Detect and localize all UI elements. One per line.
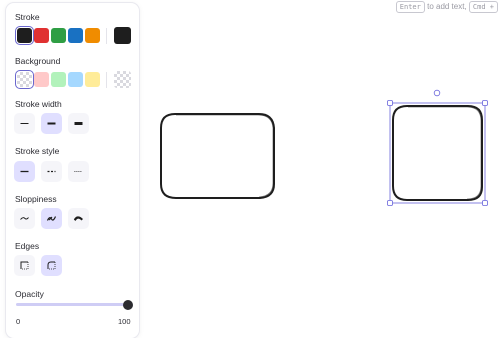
bold-line-icon: [47, 122, 56, 125]
stroke-width-title: Stroke width: [15, 99, 62, 109]
stroke-style-dotted-button[interactable]: [68, 161, 89, 182]
sloppiness-cartoonist-button[interactable]: [68, 208, 89, 229]
opacity-slider-track[interactable]: [16, 303, 128, 306]
stroke-swatch-orange[interactable]: [85, 28, 100, 43]
background-divider: [106, 72, 107, 88]
extra-bold-line-icon: [74, 122, 83, 125]
resize-handle-bottom-left[interactable]: [387, 200, 393, 206]
edges-title: Edges: [15, 241, 40, 251]
background-current-color-button[interactable]: [114, 71, 131, 88]
stroke-title: Stroke: [15, 12, 40, 22]
stroke-swatch-red[interactable]: [34, 28, 49, 43]
resize-handle-top-left[interactable]: [387, 100, 393, 106]
sloppiness-architect-button[interactable]: [14, 208, 35, 229]
keyboard-hint: Enter to add text, Cmd +: [395, 1, 498, 13]
sloppiness-title: Sloppiness: [15, 194, 57, 204]
background-swatch-light-blue[interactable]: [68, 72, 83, 87]
stroke-style-title: Stroke style: [15, 146, 60, 156]
background-swatch-light-green[interactable]: [51, 72, 66, 87]
enter-key: Enter: [395, 1, 425, 13]
stroke-swatch-black[interactable]: [14, 25, 35, 46]
stroke-current-color-button[interactable]: [114, 27, 131, 44]
resize-handle-top-right[interactable]: [482, 100, 488, 106]
rotation-handle[interactable]: [433, 89, 441, 97]
opacity-min-label: 0: [16, 317, 21, 326]
background-swatch-transparent[interactable]: [14, 69, 35, 90]
opacity-max-label: 100: [118, 317, 131, 326]
stroke-swatch-green[interactable]: [51, 28, 66, 43]
architect-icon: [20, 217, 29, 220]
thin-line-icon: [20, 123, 29, 124]
rounded-rectangle-shape[interactable]: [160, 113, 275, 199]
stroke-divider: [106, 28, 107, 44]
selection-box: [389, 102, 486, 204]
artist-icon: [46, 216, 57, 221]
edges-sharp-button[interactable]: [14, 255, 35, 276]
stroke-swatch-blue[interactable]: [68, 28, 83, 43]
opacity-title: Opacity: [15, 289, 44, 299]
hint-text: to add text,: [427, 2, 467, 11]
cmd-key: Cmd +: [468, 1, 498, 13]
stroke-style-solid-button[interactable]: [14, 161, 35, 182]
stroke-width-thin-button[interactable]: [14, 113, 35, 134]
background-title: Background: [15, 56, 61, 66]
opacity-slider-thumb[interactable]: [123, 300, 133, 310]
edges-round-button[interactable]: [41, 255, 62, 276]
sharp-corner-icon: [20, 261, 29, 270]
solid-line-icon: [20, 170, 29, 173]
stroke-width-bold-button[interactable]: [41, 113, 62, 134]
resize-handle-bottom-right[interactable]: [482, 200, 488, 206]
sloppiness-artist-button[interactable]: [41, 208, 62, 229]
dashed-line-icon: [47, 170, 56, 173]
round-corner-icon: [47, 261, 56, 270]
cartoonist-icon: [73, 216, 83, 221]
background-swatch-pink[interactable]: [34, 72, 49, 87]
properties-panel: Stroke Background Stroke width Stroke st…: [6, 3, 139, 338]
stroke-width-extra-bold-button[interactable]: [68, 113, 89, 134]
stroke-style-dashed-button[interactable]: [41, 161, 62, 182]
selected-rounded-rectangle-shape[interactable]: [392, 105, 483, 201]
dotted-line-icon: [74, 171, 83, 172]
background-swatch-light-yellow[interactable]: [85, 72, 100, 87]
